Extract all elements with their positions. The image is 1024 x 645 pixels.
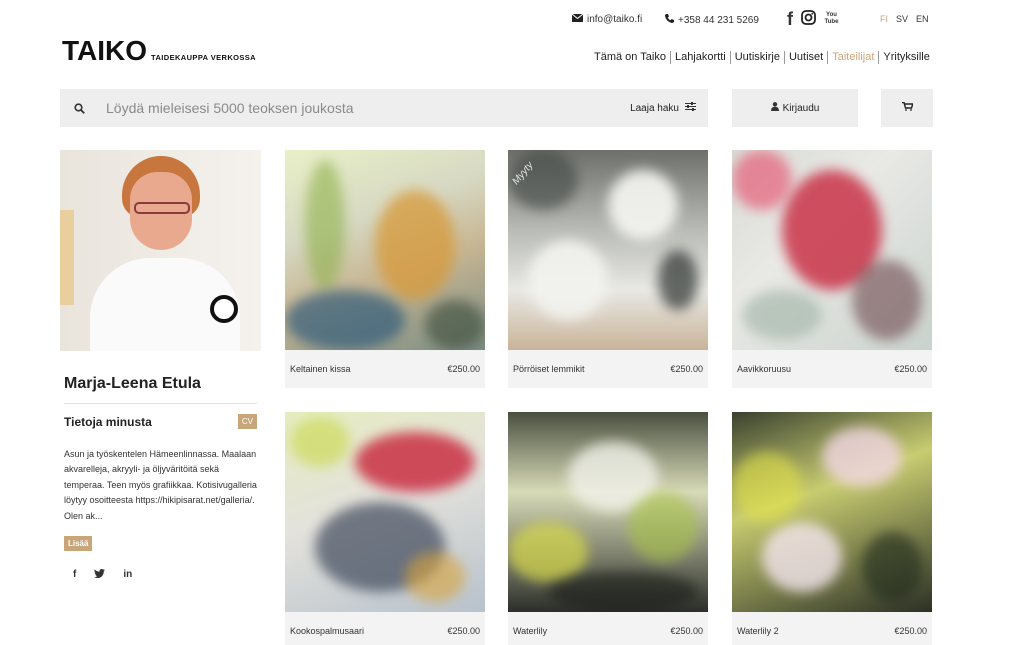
artist-sidebar: Marja-Leena Etula Tietoja minusta CV Asu… — [60, 150, 261, 645]
about-header: Tietoja minusta CV — [64, 414, 257, 429]
search-input[interactable]: Löydä mieleisesi 5000 teoksen joukosta — [98, 100, 630, 116]
artwork-title[interactable]: Pörröiset lemmikit — [513, 364, 585, 374]
artist-name: Marja-Leena Etula — [64, 375, 201, 392]
artwork-image[interactable]: Myyty — [508, 150, 708, 350]
artwork-image[interactable] — [285, 412, 485, 612]
language-switcher: FI SV EN — [880, 14, 929, 24]
artwork-meta: Waterlily €250.00 — [508, 612, 708, 645]
search-bar[interactable]: Löydä mieleisesi 5000 teoksen joukosta L… — [60, 89, 708, 127]
artwork-price: €250.00 — [670, 364, 703, 374]
nav-uutiset[interactable]: Uutiset — [783, 51, 827, 64]
lang-sv[interactable]: SV — [896, 14, 908, 24]
artwork-card[interactable]: Keltainen kissa €250.00 — [285, 150, 485, 388]
artwork-price: €250.00 — [670, 626, 703, 636]
artist-portrait — [60, 150, 261, 351]
artwork-price: €250.00 — [447, 364, 480, 374]
nav-tama-on-taiko[interactable]: Tämä on Taiko — [594, 51, 670, 64]
instagram-icon[interactable] — [801, 10, 816, 28]
linkedin-icon[interactable]: in — [123, 569, 132, 581]
phone-text: +358 44 231 5269 — [678, 14, 759, 26]
facebook-icon[interactable]: f — [73, 569, 76, 581]
social-links: f You Tube — [787, 10, 839, 28]
artwork-card[interactable]: Waterlily €250.00 — [508, 412, 708, 645]
user-icon — [770, 102, 779, 114]
top-contact-bar: info@taiko.fi +358 44 231 5269 f You Tub… — [0, 10, 1024, 30]
lang-fi[interactable]: FI — [880, 14, 888, 24]
envelope-icon — [571, 13, 584, 25]
artwork-title[interactable]: Kookospalmusaari — [290, 626, 364, 636]
artwork-meta: Keltainen kissa €250.00 — [285, 350, 485, 388]
login-button[interactable]: Kirjaudu — [732, 89, 858, 127]
artwork-title[interactable]: Waterlily — [513, 626, 547, 636]
artwork-image[interactable] — [285, 150, 485, 350]
artwork-image[interactable] — [732, 412, 932, 612]
main-nav: Tämä on Taiko Lahjakortti Uutiskirje Uut… — [594, 51, 934, 64]
phone-icon — [665, 14, 674, 26]
site-logo[interactable]: TAIKO TAIDEKAUPPA VERKOSSA — [62, 35, 256, 66]
artwork-card[interactable]: Myyty Pörröiset lemmikit €250.00 — [508, 150, 708, 388]
twitter-icon[interactable] — [94, 569, 106, 581]
search-icon[interactable] — [60, 102, 98, 114]
artwork-meta: Aavikkoruusu €250.00 — [732, 350, 932, 388]
artwork-card[interactable]: Aavikkoruusu €250.00 — [732, 150, 932, 388]
nav-uutiskirje[interactable]: Uutiskirje — [729, 51, 784, 64]
cv-button[interactable]: CV — [237, 414, 257, 429]
artwork-price: €250.00 — [894, 626, 927, 636]
about-title: Tietoja minusta — [64, 414, 152, 429]
nav-lahjakortti[interactable]: Lahjakortti — [669, 51, 730, 64]
artwork-title[interactable]: Keltainen kissa — [290, 364, 351, 374]
email-text: info@taiko.fi — [587, 14, 643, 25]
share-links: f in — [73, 569, 261, 581]
read-more-button[interactable]: Lisää — [64, 536, 93, 552]
email-link[interactable]: info@taiko.fi — [571, 13, 643, 25]
artist-bio: Asun ja työskentelen Hämeenlinnassa. Maa… — [64, 449, 257, 521]
phone-link[interactable]: +358 44 231 5269 — [665, 14, 759, 26]
sliders-icon — [685, 102, 696, 114]
logo-brand: TAIKO — [62, 35, 148, 66]
divider — [64, 403, 257, 404]
youtube-icon[interactable]: You Tube — [824, 12, 839, 26]
artwork-image[interactable] — [732, 150, 932, 350]
artwork-meta: Pörröiset lemmikit €250.00 — [508, 350, 708, 388]
artwork-title[interactable]: Aavikkoruusu — [737, 364, 791, 374]
artwork-price: €250.00 — [447, 626, 480, 636]
advanced-search-button[interactable]: Laaja haku — [630, 102, 696, 114]
artwork-card[interactable]: Waterlily 2 €250.00 — [732, 412, 932, 645]
artwork-card[interactable]: Kookospalmusaari €250.00 — [285, 412, 485, 645]
artwork-meta: Kookospalmusaari €250.00 — [285, 612, 485, 645]
login-label: Kirjaudu — [782, 102, 820, 114]
logo-tagline: TAIDEKAUPPA VERKOSSA — [151, 53, 256, 62]
artwork-price: €250.00 — [894, 364, 927, 374]
nav-yrityksille[interactable]: Yrityksille — [878, 51, 933, 64]
artwork-title[interactable]: Waterlily 2 — [737, 626, 779, 636]
nav-taiteilijat[interactable]: Taiteilijat — [827, 51, 878, 64]
lang-en[interactable]: EN — [916, 14, 929, 24]
artwork-meta: Waterlily 2 €250.00 — [732, 612, 932, 645]
cart-button[interactable] — [881, 89, 933, 127]
cart-icon — [901, 101, 914, 114]
facebook-icon[interactable]: f — [787, 10, 793, 28]
advanced-search-label: Laaja haku — [630, 102, 679, 114]
artwork-image[interactable] — [508, 412, 708, 612]
